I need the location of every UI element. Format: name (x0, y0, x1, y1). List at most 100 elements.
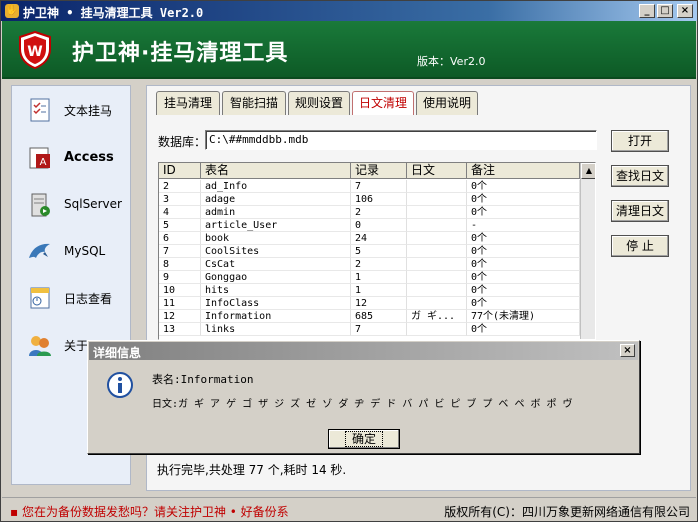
table-row[interactable]: 9 Gonggao 1 0个 (159, 271, 580, 284)
find-japanese-button[interactable]: 查找日文 (611, 165, 669, 187)
stop-button[interactable]: 停 止 (611, 235, 669, 257)
minimize-button[interactable]: _ (639, 4, 655, 18)
promo-link[interactable]: ▪ 您在为备份数据发愁吗？请关注护卫神 • 好备份系 (10, 503, 289, 520)
dialog-ok-button[interactable]: 确定 (328, 429, 400, 449)
cell-table-name: book (201, 232, 351, 245)
cell-japanese: ガ ギ... (407, 310, 467, 323)
cell-records: 12 (351, 297, 407, 310)
column-header-table[interactable]: 表名 (201, 163, 351, 179)
cell-table-name: article_User (201, 219, 351, 232)
cell-id: 4 (159, 206, 201, 219)
cell-table-name: CsCat (201, 258, 351, 271)
table-row[interactable]: 3 adage 106 0个 (159, 193, 580, 206)
sidebar-item-label: SqlServer (64, 197, 122, 211)
cell-note: 0个 (467, 245, 580, 258)
document-checklist-icon (30, 98, 50, 122)
cell-japanese (407, 323, 467, 336)
dialog-close-button[interactable]: × (620, 344, 635, 357)
cell-note: 0个 (467, 193, 580, 206)
maximize-button[interactable]: □ (657, 4, 673, 18)
sidebar-item-sqlserver[interactable]: SqlServer (12, 183, 132, 227)
column-header-japanese[interactable]: 日文 (407, 163, 467, 179)
table-row[interactable]: 13 links 7 0个 (159, 323, 580, 336)
vertical-scrollbar[interactable]: ▲ (580, 163, 595, 339)
access-database-icon: A (29, 147, 50, 169)
dialog-japanese-chars: 日文:ガ ギ ア ゲ ゴ ザ ジ ズ ゼ ゾ ダ ヂ デ ド バ パ ビ ピ ブ… (152, 399, 573, 410)
app-icon: ✋ (5, 4, 19, 18)
cell-japanese (407, 180, 467, 193)
log-icon (30, 287, 50, 309)
cell-table-name: admin (201, 206, 351, 219)
table-row[interactable]: 7 CoolSites 5 0个 (159, 245, 580, 258)
banner-title: 护卫神·挂马清理工具 (72, 41, 289, 66)
footer-bar: ▪ 您在为备份数据发愁吗？请关注护卫神 • 好备份系 版权所有(C)：四川万象更… (2, 497, 696, 521)
table-row[interactable]: 4 admin 2 0个 (159, 206, 580, 219)
tab-trojan-clean[interactable]: 挂马清理 (156, 91, 220, 115)
table-row[interactable]: 10 hits 1 0个 (159, 284, 580, 297)
table-grid[interactable]: ID 表名 记录 日文 备注 2 ad_Info 7 0个 3 adage 106 0个 4 ad… (158, 162, 596, 340)
cell-id: 7 (159, 245, 201, 258)
mysql-dolphin-icon (29, 243, 50, 258)
cell-japanese (407, 271, 467, 284)
cell-japanese (407, 193, 467, 206)
column-header-id[interactable]: ID (159, 163, 201, 179)
table-row[interactable]: 5 article_User 0 - (159, 219, 580, 232)
close-button[interactable]: × (677, 4, 693, 18)
cell-note: 0个 (467, 206, 580, 219)
cell-note: 0个 (467, 297, 580, 310)
sidebar-item-label: 日志查看 (64, 292, 113, 306)
cell-table-name: InfoClass (201, 297, 351, 310)
table-row[interactable]: 2 ad_Info 7 0个 (159, 180, 580, 193)
open-button[interactable]: 打开 (611, 130, 669, 152)
table-row[interactable]: 11 InfoClass 12 0个 (159, 297, 580, 310)
tab-smart-scan[interactable]: 智能扫描 (222, 91, 286, 115)
sidebar-item-mysql[interactable]: MySQL (12, 230, 132, 274)
cell-japanese (407, 297, 467, 310)
column-header-note[interactable]: 备注 (467, 163, 580, 179)
cell-id: 3 (159, 193, 201, 206)
cell-id: 2 (159, 180, 201, 193)
table-row[interactable]: 12 Information 685 ガ ギ... 77个(未清理) (159, 310, 580, 323)
cell-japanese (407, 284, 467, 297)
clean-japanese-button[interactable]: 清理日文 (611, 200, 669, 222)
table-row[interactable]: 8 CsCat 2 0个 (159, 258, 580, 271)
cell-table-name: Information (201, 310, 351, 323)
cell-japanese (407, 258, 467, 271)
tab-japanese-clean[interactable]: 日文清理 (352, 91, 414, 115)
cell-id: 5 (159, 219, 201, 232)
svg-text:W: W (27, 44, 42, 60)
dialog-table-name: 表名:Information (152, 373, 254, 386)
cell-japanese (407, 245, 467, 258)
cell-japanese (407, 219, 467, 232)
tab-rule-settings[interactable]: 规则设置 (288, 91, 350, 115)
sidebar-item-access[interactable]: A Access (12, 136, 132, 180)
table-row[interactable]: 6 book 24 0个 (159, 232, 580, 245)
cell-id: 11 (159, 297, 201, 310)
sidebar-item-label: 文本挂马 (64, 104, 113, 118)
column-header-records[interactable]: 记录 (351, 163, 407, 179)
cell-records: 5 (351, 245, 407, 258)
cell-japanese (407, 232, 467, 245)
cell-note: 0个 (467, 232, 580, 245)
cell-records: 2 (351, 258, 407, 271)
cell-records: 7 (351, 323, 407, 336)
copyright-text: 版权所有(C)：四川万象更新网络通信有限公司 (444, 505, 690, 519)
scroll-up-icon[interactable]: ▲ (581, 163, 595, 179)
dialog-title: 详细信息 (93, 346, 142, 360)
tab-help[interactable]: 使用说明 (416, 91, 478, 115)
sidebar-item-text-trojan[interactable]: 文本挂马 (12, 88, 132, 132)
version-label: 版本：Ver2.0 (417, 55, 486, 68)
dialog-title-bar[interactable]: 详细信息 × (89, 342, 638, 360)
cell-japanese (407, 206, 467, 219)
cell-note: 0个 (467, 258, 580, 271)
cell-table-name: hits (201, 284, 351, 297)
cell-records: 685 (351, 310, 407, 323)
database-path-input[interactable]: C:\##mmddbb.mdb (205, 130, 597, 150)
detail-dialog: 详细信息 × 表名:Information 日文:ガ ギ ア ゲ ゴ ザ ジ ズ… (87, 340, 640, 454)
cell-id: 12 (159, 310, 201, 323)
sidebar-item-logs[interactable]: 日志查看 (12, 276, 132, 320)
title-bar[interactable]: ✋ 护卫神 • 挂马清理工具 Ver2.0 _ □ × (1, 1, 697, 21)
cell-records: 0 (351, 219, 407, 232)
cell-note: 0个 (467, 271, 580, 284)
sqlserver-icon (31, 193, 50, 217)
